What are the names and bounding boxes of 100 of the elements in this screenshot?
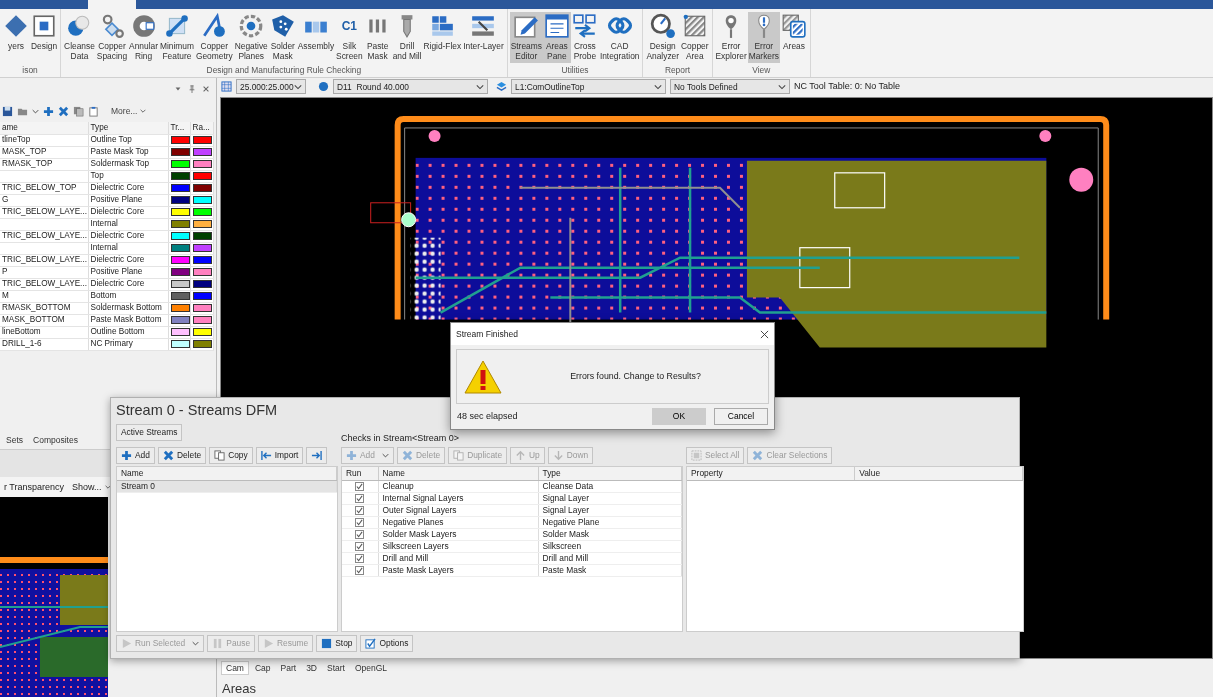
checkbox[interactable]	[355, 518, 365, 528]
paste-icon[interactable]	[88, 105, 99, 117]
layer-select[interactable]: L1:ComOutlineTop	[511, 79, 666, 95]
color-swatch[interactable]	[170, 184, 189, 192]
save-icon[interactable]	[2, 105, 13, 117]
color-swatch[interactable]	[170, 160, 189, 168]
ribbon-button[interactable]: Assembly	[296, 12, 336, 53]
color-swatch[interactable]	[192, 256, 212, 264]
checkbox[interactable]	[355, 506, 365, 516]
column-header[interactable]: Run	[342, 467, 378, 480]
color-swatch[interactable]	[192, 172, 212, 180]
checkbox[interactable]	[355, 530, 365, 540]
transparency-label[interactable]: r Transparency	[4, 481, 65, 493]
ribbon-button[interactable]: Copper Geometry	[194, 12, 234, 63]
grid-icon[interactable]	[221, 81, 232, 93]
toolbar-button[interactable]: Options	[360, 634, 414, 652]
color-swatch[interactable]	[192, 292, 212, 300]
column-header[interactable]: Property	[687, 467, 855, 480]
color-swatch[interactable]	[192, 136, 212, 144]
color-swatch[interactable]	[170, 136, 189, 144]
panel-tab[interactable]: Sets	[6, 435, 23, 446]
color-swatch[interactable]	[170, 340, 189, 348]
pane-tab[interactable]: Cap	[250, 661, 275, 676]
ribbon-button[interactable]: Negative Planes	[233, 12, 269, 63]
ribbon-button[interactable]: Solder Mask	[268, 12, 297, 63]
color-swatch[interactable]	[192, 196, 212, 204]
color-swatch[interactable]	[192, 304, 212, 312]
column-header[interactable]: Name	[117, 467, 337, 480]
show-menu[interactable]: Show...	[72, 481, 102, 493]
color-swatch[interactable]	[170, 292, 189, 300]
ribbon-button[interactable]: Annular Ring	[128, 12, 159, 63]
color-swatch[interactable]	[192, 232, 212, 240]
color-swatch[interactable]	[192, 244, 212, 252]
ribbon-button[interactable]: Rigid-Flex	[422, 12, 463, 53]
caret-icon[interactable]	[140, 108, 147, 114]
color-swatch[interactable]	[170, 256, 189, 264]
ribbon-button[interactable]: Paste Mask	[363, 12, 392, 63]
toolbar-button[interactable]: Delete	[157, 446, 207, 464]
toolbar-button[interactable]: Stop	[316, 634, 358, 652]
pane-tab[interactable]: Start	[323, 661, 349, 676]
color-swatch[interactable]	[170, 208, 189, 216]
pin-icon[interactable]	[188, 85, 196, 93]
copy-icon[interactable]	[73, 105, 84, 117]
column-header[interactable]: Ra...	[190, 122, 213, 134]
color-swatch[interactable]	[170, 304, 189, 312]
toolbar-button[interactable]: Import	[255, 446, 304, 464]
ribbon-button[interactable]: Areas Pane	[542, 12, 571, 63]
ribbon-button[interactable]: Streams Editor	[509, 12, 543, 63]
ribbon-button[interactable]: Copper Spacing	[95, 12, 129, 63]
pane-tab[interactable]: Cam	[221, 661, 249, 676]
dcode-select[interactable]: D11 Round 40.000	[333, 79, 488, 95]
color-swatch[interactable]	[170, 148, 189, 156]
arrow-button[interactable]	[306, 446, 328, 464]
color-swatch[interactable]	[192, 184, 212, 192]
color-swatch[interactable]	[192, 208, 212, 216]
column-header[interactable]: ame	[0, 122, 88, 134]
delete-icon[interactable]	[58, 105, 69, 117]
column-header[interactable]: Value	[854, 467, 1023, 480]
ribbon-button[interactable]: Areas	[779, 12, 808, 53]
color-swatch[interactable]	[170, 268, 189, 276]
pane-tab[interactable]: OpenGL	[350, 661, 392, 676]
panel-tab[interactable]: Composites	[33, 435, 78, 446]
column-header[interactable]: Name	[378, 467, 538, 480]
dropdown-icon[interactable]	[174, 85, 182, 93]
pane-tab[interactable]: Part	[276, 661, 301, 676]
toolbar-button[interactable]: Add	[116, 446, 155, 464]
ribbon-button[interactable]: Error Markers	[747, 12, 780, 63]
tools-select[interactable]: No Tools Defined	[670, 79, 790, 95]
color-swatch[interactable]	[192, 220, 212, 228]
column-header[interactable]: Type	[88, 122, 168, 134]
color-swatch[interactable]	[192, 280, 212, 288]
ribbon-button[interactable]: C1 Silk Screen	[335, 12, 364, 63]
more-menu[interactable]: More...	[111, 105, 138, 117]
color-swatch[interactable]	[192, 160, 212, 168]
color-swatch[interactable]	[170, 244, 189, 252]
ribbon-button[interactable]: Error Explorer	[714, 12, 748, 63]
ribbon-button[interactable]: Design Analyzer	[645, 12, 681, 63]
ribbon-button[interactable]: Design	[30, 12, 59, 53]
ribbon-button[interactable]: Cross Probe	[570, 12, 599, 63]
color-swatch[interactable]	[170, 232, 189, 240]
ribbon-button[interactable]: Cleanse Data	[63, 12, 96, 63]
checkbox[interactable]	[355, 566, 365, 576]
color-swatch[interactable]	[192, 328, 212, 336]
grid-select[interactable]: 25.000:25.000	[236, 79, 306, 95]
color-swatch[interactable]	[170, 220, 189, 228]
color-swatch[interactable]	[170, 316, 189, 324]
color-swatch[interactable]	[192, 316, 212, 324]
dialog-button[interactable]: Cancel	[714, 408, 768, 425]
color-swatch[interactable]	[192, 340, 212, 348]
checkbox[interactable]	[355, 494, 365, 504]
caret-icon[interactable]	[32, 107, 39, 115]
color-swatch[interactable]	[170, 328, 189, 336]
ribbon-button[interactable]: Minimum Feature	[158, 12, 195, 63]
caret-icon[interactable]	[104, 484, 111, 490]
checkbox[interactable]	[355, 482, 365, 492]
color-swatch[interactable]	[170, 196, 189, 204]
ribbon-button[interactable]: Copper Area	[680, 12, 710, 63]
close-icon[interactable]	[760, 329, 769, 339]
tab-button[interactable]: Active Streams	[116, 424, 183, 441]
dialog-button[interactable]: OK	[652, 408, 706, 425]
